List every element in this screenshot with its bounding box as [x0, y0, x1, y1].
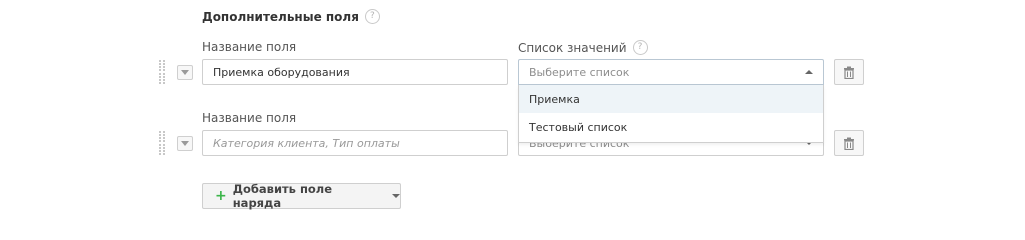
section-title-row: Дополнительные поля ?: [202, 9, 380, 24]
drag-handle-icon[interactable]: [159, 131, 165, 155]
values-list-label: Список значений ?: [518, 40, 648, 55]
field-name-input[interactable]: Категория клиента, Тип оплаты: [202, 130, 508, 156]
add-field-button-label: Добавить поле наряда: [232, 182, 333, 210]
delete-field-button[interactable]: [834, 59, 864, 85]
trash-icon: [844, 66, 854, 79]
collapse-icon[interactable]: [177, 136, 193, 151]
values-list-label-text: Список значений: [518, 40, 627, 55]
help-icon[interactable]: ?: [364, 9, 380, 24]
additional-fields-panel: Дополнительные поля ? Название поля Спис…: [0, 0, 1025, 237]
field-name-placeholder: Категория клиента, Тип оплаты: [213, 136, 400, 150]
drag-handle-icon[interactable]: [159, 60, 165, 84]
field-name-label-text: Название поля: [202, 40, 297, 54]
dropdown-option[interactable]: Тестовый список: [519, 113, 823, 141]
field-name-label: Название поля: [202, 40, 296, 54]
field-name-label: Название поля: [202, 111, 296, 125]
add-field-button[interactable]: + Добавить поле наряда: [202, 182, 401, 210]
help-icon[interactable]: ?: [632, 40, 648, 55]
field-name-value: Приемка оборудования: [213, 65, 350, 79]
field-name-input[interactable]: Приемка оборудования: [202, 59, 508, 85]
values-list-dropdown: Приемка Тестовый список: [518, 85, 824, 143]
section-title: Дополнительные поля: [202, 9, 359, 24]
chevron-up-icon: [805, 70, 813, 74]
collapse-icon[interactable]: [177, 65, 193, 80]
chevron-down-icon: [392, 194, 400, 198]
trash-icon: [844, 137, 854, 150]
delete-field-button[interactable]: [834, 130, 864, 156]
plus-icon: +: [215, 188, 227, 204]
dropdown-option[interactable]: Приемка: [519, 85, 823, 113]
field-name-label-text: Название поля: [202, 111, 297, 125]
values-list-select[interactable]: Выберите список: [518, 59, 824, 85]
values-list-placeholder: Выберите список: [529, 65, 630, 79]
